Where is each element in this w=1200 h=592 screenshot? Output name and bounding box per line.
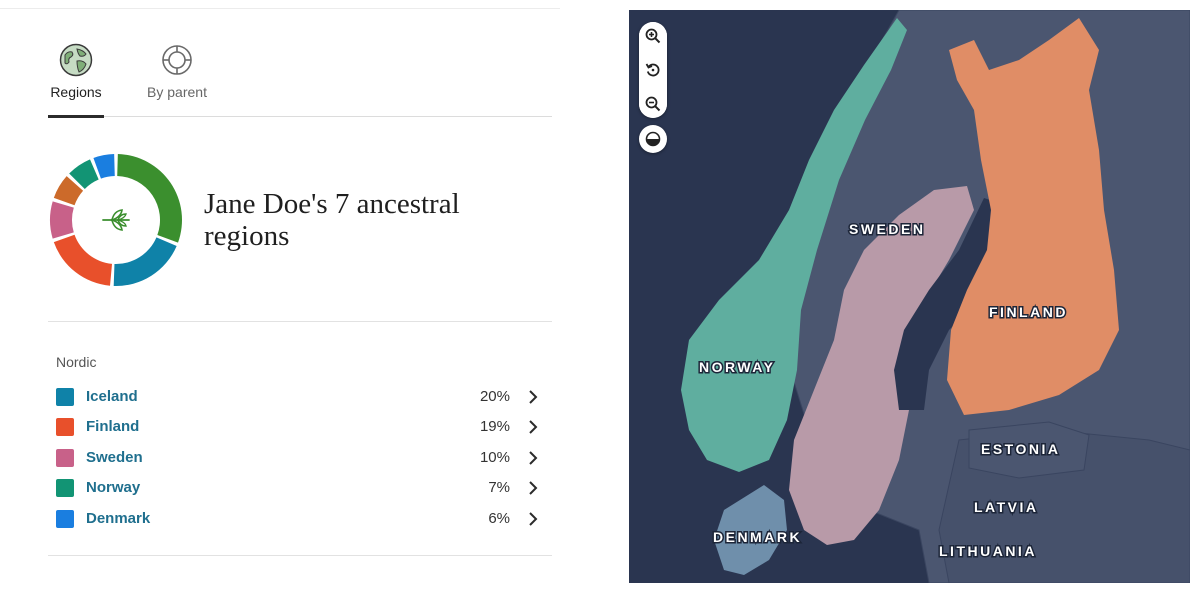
tab-by-parent[interactable]: By parent — [142, 40, 212, 100]
tab-regions-label: Regions — [50, 84, 102, 100]
contrast-icon — [645, 131, 661, 147]
map-label-sweden: SWEDEN — [849, 221, 925, 237]
region-name[interactable]: Finland — [86, 418, 139, 435]
map-label-finland: FINLAND — [989, 304, 1068, 320]
globe-icon — [59, 43, 93, 77]
region-percent: 7% — [488, 479, 510, 496]
donut-segment[interactable] — [53, 234, 113, 286]
map-label-denmark: DENMARK — [713, 529, 802, 545]
view-tabs: Regions By parent — [48, 40, 552, 118]
chevron-right-icon[interactable] — [528, 451, 538, 465]
top-divider — [0, 8, 560, 9]
region-row-iceland[interactable]: Iceland 20% — [56, 384, 546, 410]
chevron-right-icon[interactable] — [528, 420, 538, 434]
list-bottom-divider — [48, 555, 552, 556]
region-color-swatch — [56, 449, 74, 467]
region-color-swatch — [56, 418, 74, 436]
map-label-lithuania: LITHUANIA — [939, 543, 1037, 559]
leaf-icon — [102, 209, 130, 231]
ancestry-donut-chart[interactable] — [46, 150, 186, 290]
region-name[interactable]: Norway — [86, 479, 140, 496]
zoom-in-icon — [645, 28, 661, 44]
donut-segment[interactable] — [49, 201, 74, 239]
region-row-finland[interactable]: Finland 19% — [56, 414, 546, 440]
donut-segment[interactable] — [117, 154, 182, 243]
donut-segment[interactable] — [113, 237, 177, 286]
region-group-label: Nordic — [56, 354, 97, 370]
parent-ring-icon — [162, 45, 192, 75]
region-name[interactable]: Iceland — [86, 388, 138, 405]
region-percent: 10% — [479, 449, 510, 466]
region-name[interactable]: Denmark — [86, 510, 150, 527]
zoom-out-button[interactable] — [639, 90, 667, 118]
nordic-region-map[interactable]: SWEDEN FINLAND NORWAY ESTONIA LATVIA DEN… — [629, 10, 1190, 583]
tab-regions[interactable]: Regions — [48, 40, 104, 100]
chevron-right-icon[interactable] — [528, 390, 538, 404]
chevron-right-icon[interactable] — [528, 481, 538, 495]
zoom-in-button[interactable] — [639, 22, 667, 50]
region-name[interactable]: Sweden — [86, 449, 143, 466]
zoom-out-icon — [645, 96, 661, 112]
tab-by-parent-label: By parent — [147, 84, 207, 100]
ancestry-map[interactable]: SWEDEN FINLAND NORWAY ESTONIA LATVIA DEN… — [629, 10, 1190, 583]
region-percent: 20% — [479, 388, 510, 405]
region-percent: 6% — [488, 510, 510, 527]
reset-view-button[interactable] — [639, 56, 667, 84]
region-percent: 19% — [479, 418, 510, 435]
map-label-estonia: ESTONIA — [981, 441, 1060, 457]
region-row-denmark[interactable]: Denmark 6% — [56, 506, 546, 532]
region-color-swatch — [56, 388, 74, 406]
map-label-norway: NORWAY — [699, 359, 775, 375]
region-color-swatch — [56, 479, 74, 497]
region-row-norway[interactable]: Norway 7% — [56, 475, 546, 501]
region-row-sweden[interactable]: Sweden 10% — [56, 445, 546, 471]
map-label-latvia: LATVIA — [974, 499, 1039, 515]
page-title: Jane Doe's 7 ancestral regions — [204, 188, 460, 252]
section-divider — [48, 321, 552, 322]
reset-view-icon — [645, 63, 660, 77]
active-tab-indicator — [48, 115, 104, 118]
chevron-right-icon[interactable] — [528, 512, 538, 526]
contrast-toggle-button[interactable] — [639, 125, 667, 153]
region-color-swatch — [56, 510, 74, 528]
